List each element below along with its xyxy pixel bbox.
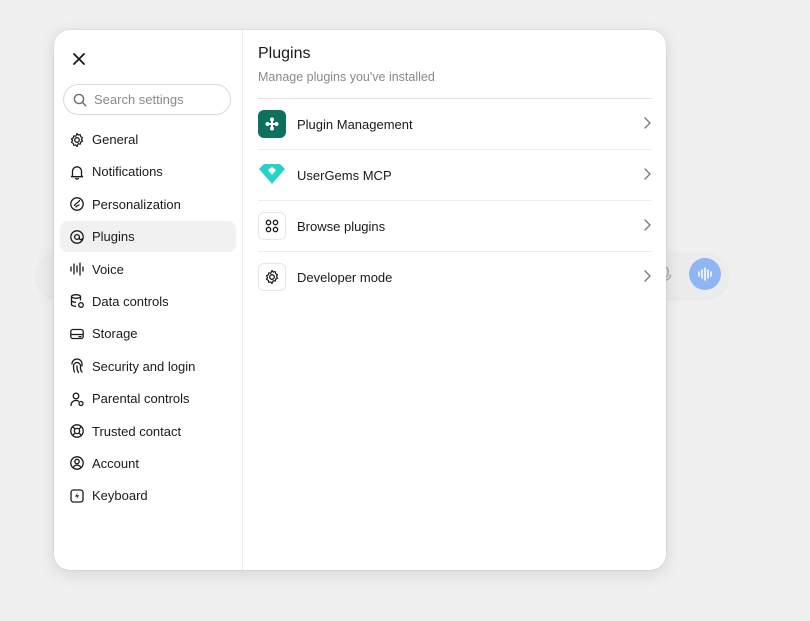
settings-content: Plugins Manage plugins you've installed … <box>243 30 666 570</box>
row-label: UserGems MCP <box>297 167 392 183</box>
lifebuoy-icon <box>69 423 85 439</box>
sidebar-item-label: Storage <box>92 326 138 342</box>
chevron-right-icon <box>644 219 651 231</box>
database-icon <box>69 293 85 309</box>
plugin-management-icon <box>258 110 286 138</box>
bell-icon <box>69 164 85 180</box>
settings-sidebar: General Notifications Personalization Pl… <box>54 30 243 570</box>
sidebar-item-data-controls[interactable]: Data controls <box>60 286 236 317</box>
plugin-icon <box>69 229 85 245</box>
settings-dialog: General Notifications Personalization Pl… <box>54 30 666 570</box>
sidebar-item-label: Plugins <box>92 229 135 245</box>
sidebar-item-label: Account <box>92 455 139 471</box>
close-icon <box>73 53 85 65</box>
grid-dots-icon <box>258 212 286 240</box>
sidebar-item-label: Personalization <box>92 196 181 212</box>
personalization-icon <box>69 196 85 212</box>
waveform-icon <box>69 261 85 277</box>
sidebar-item-label: Parental controls <box>92 391 190 407</box>
sidebar-item-plugins[interactable]: Plugins <box>60 221 236 253</box>
sidebar-item-personalization[interactable]: Personalization <box>60 189 236 220</box>
row-label: Plugin Management <box>297 116 413 132</box>
sidebar-item-general[interactable]: General <box>60 124 236 155</box>
plugin-row-usergems-mcp[interactable]: UserGems MCP <box>258 150 652 201</box>
sidebar-item-label: Security and login <box>92 358 196 374</box>
chevron-right-icon <box>644 117 651 129</box>
gear-icon <box>258 263 286 291</box>
plugin-row-plugin-management[interactable]: Plugin Management <box>258 99 652 150</box>
sidebar-item-storage[interactable]: Storage <box>60 318 236 349</box>
sidebar-item-label: Trusted contact <box>92 423 182 439</box>
sidebar-item-label: General <box>92 132 139 147</box>
waveform-icon <box>698 267 712 281</box>
sidebar-item-parental-controls[interactable]: Parental controls <box>60 383 236 414</box>
page-subtitle: Manage plugins you've installed <box>258 70 435 84</box>
sidebar-item-trusted-contact[interactable]: Trusted contact <box>60 416 236 447</box>
row-label: Developer mode <box>297 269 393 285</box>
page-title: Plugins <box>258 45 311 62</box>
sidebar-item-keyboard[interactable]: Keyboard <box>60 480 236 511</box>
sidebar-item-notifications[interactable]: Notifications <box>60 156 236 187</box>
hard-drive-icon <box>69 326 85 342</box>
fingerprint-icon <box>69 358 85 374</box>
search-settings-field[interactable] <box>63 84 231 115</box>
search-icon <box>73 93 87 107</box>
gear-icon <box>69 132 85 148</box>
sidebar-item-security-and-login[interactable]: Security and login <box>60 351 236 382</box>
plugin-row-browse-plugins[interactable]: Browse plugins <box>258 201 652 252</box>
chevron-right-icon <box>644 168 651 180</box>
keyboard-icon <box>69 488 85 504</box>
parent-user-icon <box>69 391 85 407</box>
search-input[interactable] <box>94 92 224 107</box>
sidebar-item-label: Notifications <box>92 164 163 180</box>
chevron-right-icon <box>644 270 651 282</box>
sidebar-item-label: Keyboard <box>92 488 148 504</box>
gem-icon <box>258 161 286 189</box>
voice-mode-button[interactable] <box>689 258 721 290</box>
close-button[interactable] <box>68 48 90 70</box>
row-label: Browse plugins <box>297 218 386 234</box>
plugin-row-developer-mode[interactable]: Developer mode <box>258 252 652 302</box>
sidebar-item-label: Voice <box>92 261 124 277</box>
user-circle-icon <box>69 455 85 471</box>
settings-nav: General Notifications Personalization Pl… <box>60 124 236 513</box>
sidebar-item-account[interactable]: Account <box>60 448 236 479</box>
sidebar-item-label: Data controls <box>92 293 169 309</box>
plugins-list: Plugin Management UserGems MCP Browse pl… <box>258 98 652 302</box>
sidebar-item-voice[interactable]: Voice <box>60 254 236 285</box>
